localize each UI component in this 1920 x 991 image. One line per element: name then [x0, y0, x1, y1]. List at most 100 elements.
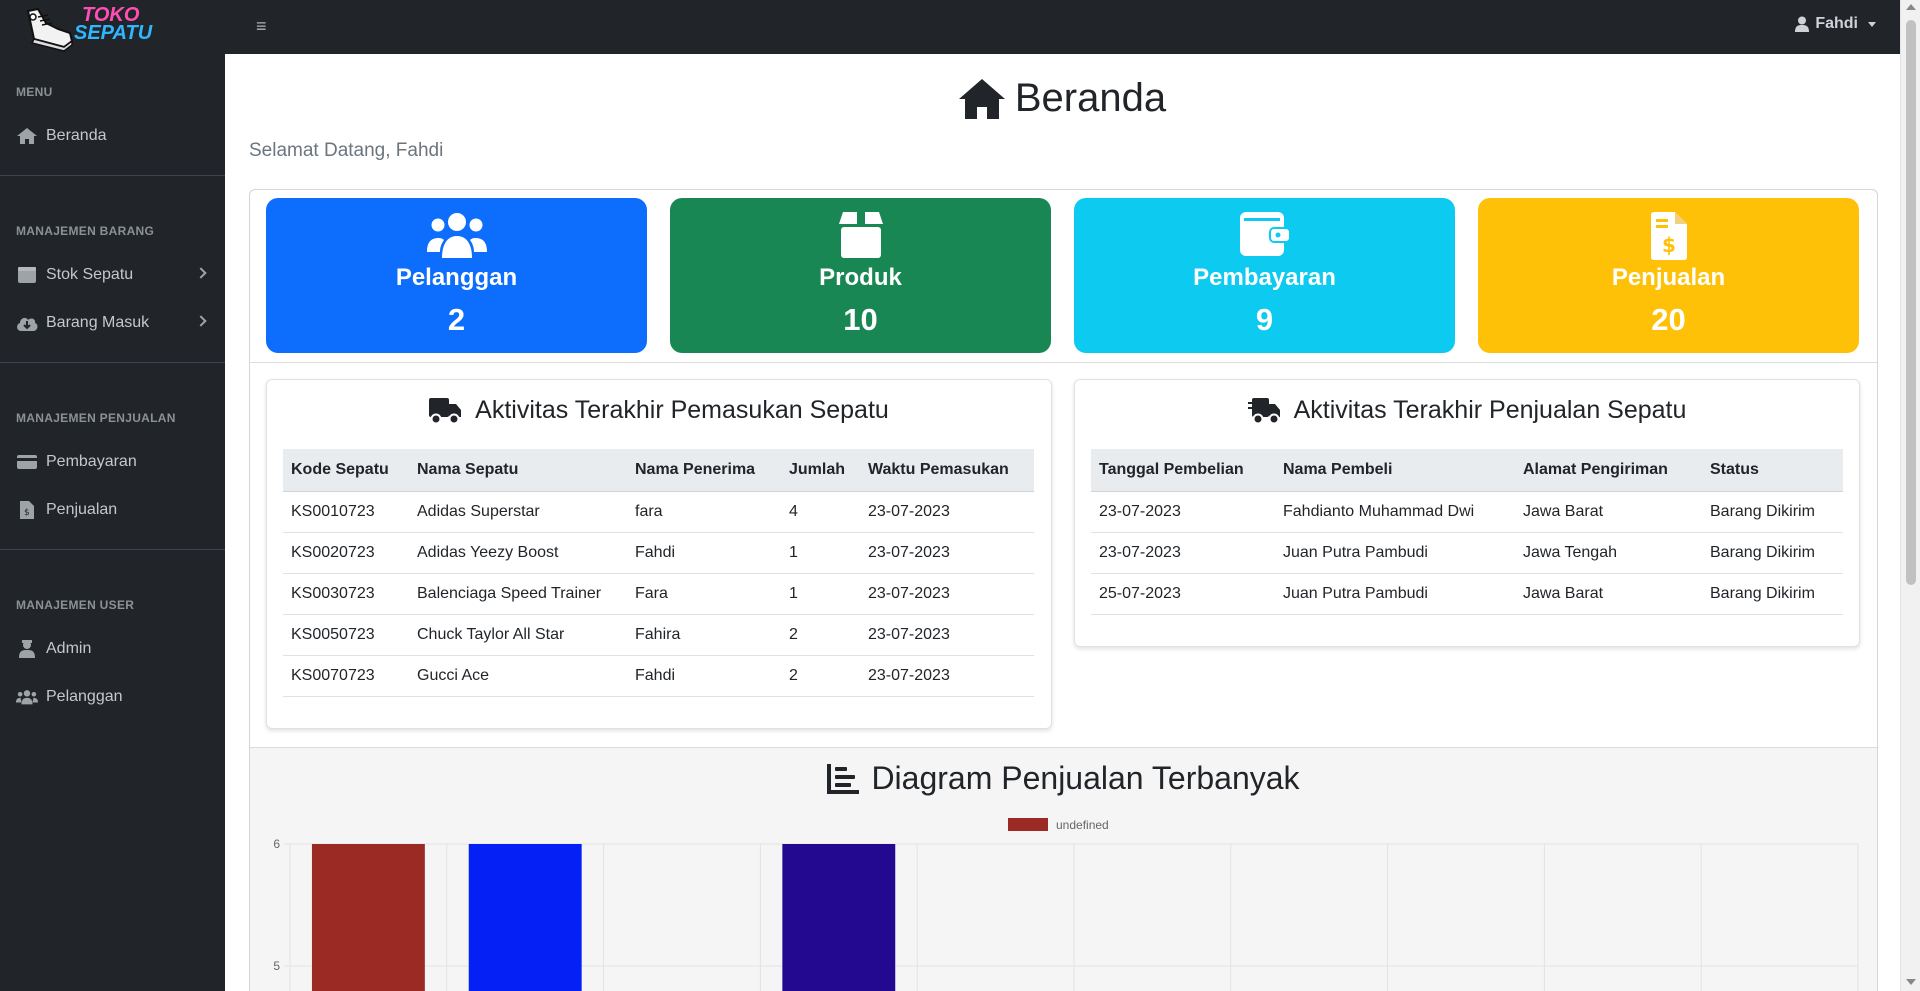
legend-label: undefined [1056, 818, 1109, 832]
table-cell: KS0050723 [283, 614, 409, 656]
stat-label: Pelanggan [395, 264, 518, 291]
admin-icon [16, 640, 38, 658]
column-header: Tanggal Pembelian [1091, 449, 1275, 492]
table-row: KS0070723 Gucci Ace Fahdi 2 23-07-2023 [283, 655, 1034, 697]
table-cell: Fahira [627, 614, 781, 656]
table-cell: Juan Putra Pambudi [1275, 573, 1515, 615]
legend-swatch [1008, 818, 1048, 831]
scroll-thumb[interactable] [1906, 20, 1916, 585]
table-row: KS0020723 Adidas Yeezy Boost Fahdi 1 23-… [283, 532, 1034, 574]
sales-table: Tanggal Pembelian Nama Pembeli Alamat Pe… [1091, 449, 1843, 615]
incoming-activity-title: Aktivitas Terakhir Pemasukan Sepatu [267, 396, 1051, 425]
sidebar-item-beranda[interactable]: Beranda [0, 116, 225, 156]
stat-label: Produk [819, 264, 902, 291]
sneaker-icon [26, 7, 74, 52]
sidebar-item-label: Pelanggan [46, 688, 123, 705]
table-cell: 1 [781, 573, 860, 615]
wallet-icon [1074, 212, 1455, 256]
sidebar-heading-barang: MANAJEMEN BARANG [16, 224, 155, 238]
table-cell: 2 [781, 655, 860, 697]
table-cell: 23-07-2023 [860, 614, 1034, 656]
table-cell: Barang Dikirim [1702, 573, 1843, 615]
column-header: Kode Sepatu [283, 449, 409, 492]
table-row: KS0030723 Balenciaga Speed Trainer Fara … [283, 573, 1034, 615]
stat-value: 20 [1651, 302, 1686, 337]
stat-value: 10 [843, 302, 878, 337]
table-cell: fara [627, 491, 781, 533]
table-cell: Jawa Barat [1515, 573, 1702, 615]
stat-label: Penjualan [1611, 264, 1726, 291]
welcome-message: Selamat Datang, Fahdi [249, 140, 444, 161]
table-cell: 25-07-2023 [1091, 573, 1275, 615]
table-cell: Jawa Tengah [1515, 532, 1702, 574]
brand-logo[interactable]: TOKO SEPATU [18, 2, 178, 54]
table-row: 23-07-2023 Juan Putra Pambudi Jawa Tenga… [1091, 532, 1843, 574]
table-cell: Jawa Barat [1515, 491, 1702, 533]
sidebar-divider [0, 549, 225, 550]
shipping-fast-icon [1247, 397, 1280, 424]
y-tick-label: 6 [273, 837, 280, 851]
stat-card-pelanggan[interactable]: Pelanggan 2 [266, 198, 647, 353]
stat-card-pembayaran[interactable]: Pembayaran 9 [1074, 198, 1455, 353]
page-scrollbar[interactable] [1900, 0, 1920, 991]
sidebar-item-pembayaran[interactable]: Pembayaran [0, 442, 225, 482]
sidebar-item-penjualan[interactable]: $ Penjualan [0, 490, 225, 530]
incoming-table: Kode Sepatu Nama Sepatu Nama Penerima Ju… [283, 449, 1034, 697]
activity-section: Aktivitas Terakhir Pemasukan Sepatu Kode… [250, 363, 1877, 748]
table-cell: Fara [627, 573, 781, 615]
page-title-text: Beranda [1014, 76, 1167, 120]
table-row: 23-07-2023 Fahdianto Muhammad Dwi Jawa B… [1091, 491, 1843, 533]
user-icon [1795, 16, 1810, 32]
sidebar-item-label: Stok Sepatu [46, 266, 134, 283]
stat-value: 2 [447, 302, 466, 337]
invoice-icon: $ [16, 501, 38, 519]
user-name: Fahdi [1815, 15, 1858, 32]
sidebar-item-pelanggan[interactable]: Pelanggan [0, 677, 225, 717]
sidebar-item-label: Barang Masuk [46, 314, 150, 331]
sidebar-item-label: Pembayaran [46, 453, 137, 470]
table-row: KS0050723 Chuck Taylor All Star Fahira 2… [283, 614, 1034, 656]
stats-section: Pelanggan 2 Produk 10 Pembayaran 9 $ Pen… [250, 190, 1877, 363]
card-title-text: Aktivitas Terakhir Pemasukan Sepatu [475, 396, 889, 424]
table-cell: Fahdi [627, 532, 781, 574]
column-header: Status [1702, 449, 1843, 492]
users-icon [266, 212, 647, 260]
table-cell: 23-07-2023 [1091, 491, 1275, 533]
hamburger-icon[interactable]: ≡ [256, 16, 272, 36]
users-icon [16, 688, 38, 706]
brand-line2: SEPATU [74, 22, 153, 44]
sidebar-item-label: Penjualan [46, 501, 118, 518]
stat-card-penjualan[interactable]: $ Penjualan 20 [1478, 198, 1859, 353]
chevron-down-icon [1868, 21, 1876, 27]
sidebar-item-stok-sepatu[interactable]: Stok Sepatu [0, 255, 225, 295]
table-cell: Barang Dikirim [1702, 491, 1843, 533]
credit-card-icon [16, 453, 38, 471]
top-navbar: TOKO SEPATU ≡ Fahdi [0, 0, 1900, 54]
table-cell: 23-07-2023 [860, 655, 1034, 697]
column-header: Waktu Pemasukan [860, 449, 1034, 492]
brand-name: TOKO SEPATU [74, 5, 153, 44]
table-cell: Adidas Yeezy Boost [409, 532, 627, 574]
table-cell: Juan Putra Pambudi [1275, 532, 1515, 574]
table-cell: Chuck Taylor All Star [409, 614, 627, 656]
sidebar-item-barang-masuk[interactable]: Barang Masuk [0, 303, 225, 343]
sidebar-item-admin[interactable]: Admin [0, 629, 225, 669]
stat-card-produk[interactable]: Produk 10 [670, 198, 1051, 353]
incoming-activity-card: Aktivitas Terakhir Pemasukan Sepatu Kode… [266, 379, 1052, 729]
sales-activity-title: Aktivitas Terakhir Penjualan Sepatu [1075, 396, 1859, 425]
column-header: Alamat Pengiriman [1515, 449, 1702, 492]
user-dropdown[interactable]: Fahdi [1795, 15, 1876, 33]
chevron-right-icon [195, 315, 207, 327]
scroll-up-arrow[interactable] [1906, 4, 1916, 10]
invoice-dollar-icon: $ [1478, 212, 1859, 260]
svg-text:$: $ [24, 508, 30, 518]
box-icon [670, 212, 1051, 258]
table-cell: KS0070723 [283, 655, 409, 697]
table-header-row: Tanggal Pembelian Nama Pembeli Alamat Pe… [1091, 449, 1843, 492]
table-cell: 1 [781, 532, 860, 574]
scroll-down-arrow[interactable] [1906, 979, 1916, 985]
stat-label: Pembayaran [1193, 264, 1336, 291]
dashboard-panel: Pelanggan 2 Produk 10 Pembayaran 9 $ Pen… [249, 189, 1878, 991]
truck-icon [429, 397, 462, 424]
sidebar: MENU Beranda MANAJEMEN BARANG Stok Sepat… [0, 54, 225, 991]
